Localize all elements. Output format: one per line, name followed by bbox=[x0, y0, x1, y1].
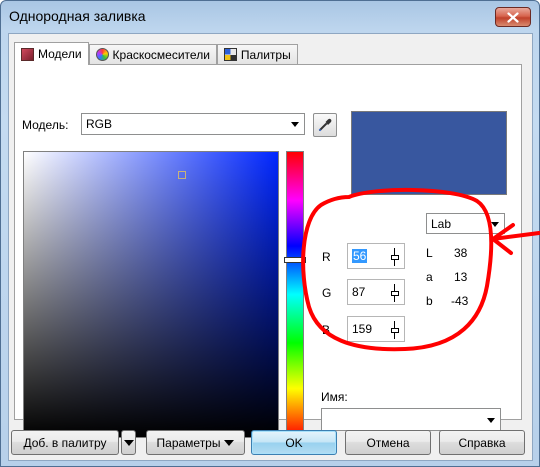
slider-icon[interactable] bbox=[389, 284, 401, 302]
models-panel: Модель: RGB Lab R 56 G 87 B 159 L 38 a 1… bbox=[14, 64, 522, 438]
help-label: Справка bbox=[458, 435, 506, 450]
parameters-button[interactable]: Параметры bbox=[146, 430, 245, 455]
tab-strip: Модели Краскосмесители Палитры bbox=[14, 42, 298, 65]
eyedropper-button[interactable] bbox=[313, 113, 337, 137]
dialog-client-area: Модели Краскосмесители Палитры Модель: R… bbox=[8, 33, 533, 461]
models-icon bbox=[21, 47, 34, 61]
slider-icon[interactable] bbox=[389, 248, 401, 266]
b-channel-label: B bbox=[322, 323, 331, 337]
mixers-icon bbox=[95, 48, 109, 61]
color-space-select[interactable]: Lab bbox=[426, 213, 505, 234]
hue-slider-handle[interactable] bbox=[284, 257, 306, 263]
color-space-value: Lab bbox=[431, 216, 452, 231]
chevron-down-icon bbox=[224, 439, 235, 446]
close-button[interactable] bbox=[495, 7, 531, 27]
help-button[interactable]: Справка bbox=[439, 430, 525, 455]
color-preview-swatch bbox=[351, 111, 507, 195]
chevron-down-icon bbox=[123, 439, 134, 446]
name-label: Имя: bbox=[321, 390, 348, 404]
eyedropper-icon bbox=[318, 118, 332, 132]
g-channel-value: 87 bbox=[352, 285, 366, 299]
chevron-down-icon bbox=[487, 417, 495, 423]
color-saturation-field[interactable] bbox=[23, 151, 279, 438]
model-select[interactable]: RGB bbox=[81, 113, 305, 135]
ok-label: OK bbox=[285, 435, 303, 450]
color-picker-marker[interactable] bbox=[178, 171, 186, 179]
g-channel-input[interactable]: 87 bbox=[347, 279, 405, 305]
tab-label: Палитры bbox=[240, 47, 291, 62]
close-icon bbox=[507, 11, 519, 23]
palettes-icon bbox=[223, 48, 237, 61]
lab-b-label: b bbox=[426, 294, 433, 308]
r-channel-input[interactable]: 56 bbox=[347, 243, 405, 269]
add-to-palette-label: Доб. в палитру bbox=[23, 435, 107, 450]
tab-label: Модели bbox=[38, 47, 82, 61]
add-to-palette-dropdown-button[interactable] bbox=[121, 430, 136, 455]
window-title: Однородная заливка bbox=[9, 8, 146, 24]
b-channel-input[interactable]: 159 bbox=[347, 316, 405, 342]
ok-button[interactable]: OK bbox=[251, 430, 337, 455]
r-channel-value: 56 bbox=[352, 249, 368, 263]
lab-b-value: -43 bbox=[451, 294, 469, 308]
g-channel-label: G bbox=[322, 286, 332, 300]
r-channel-label: R bbox=[322, 250, 331, 264]
hue-slider[interactable] bbox=[286, 151, 304, 438]
tab-label: Краскосмесители bbox=[112, 47, 210, 62]
model-label: Модель: bbox=[22, 118, 69, 132]
lab-a-label: a bbox=[426, 270, 433, 284]
name-input[interactable] bbox=[321, 408, 501, 431]
lab-a-value: 13 bbox=[454, 270, 468, 284]
chevron-down-icon bbox=[291, 122, 299, 127]
tab-palettes[interactable]: Палитры bbox=[216, 44, 298, 64]
parameters-label: Параметры bbox=[156, 435, 221, 450]
add-to-palette-button[interactable]: Доб. в палитру bbox=[11, 430, 119, 455]
lab-l-label: L bbox=[426, 246, 433, 260]
chevron-down-icon bbox=[491, 221, 499, 227]
slider-icon[interactable] bbox=[389, 321, 401, 339]
dialog-window: Однородная заливка Модели Краскосмесител… bbox=[0, 0, 540, 467]
cancel-button[interactable]: Отмена bbox=[345, 430, 431, 455]
cancel-label: Отмена bbox=[366, 435, 410, 450]
model-value: RGB bbox=[86, 117, 113, 131]
tab-mixers[interactable]: Краскосмесители bbox=[88, 44, 217, 64]
title-bar[interactable]: Однородная заливка bbox=[1, 1, 539, 31]
tab-models[interactable]: Модели bbox=[14, 42, 89, 65]
lab-l-value: 38 bbox=[454, 246, 468, 260]
b-channel-value: 159 bbox=[352, 322, 373, 336]
